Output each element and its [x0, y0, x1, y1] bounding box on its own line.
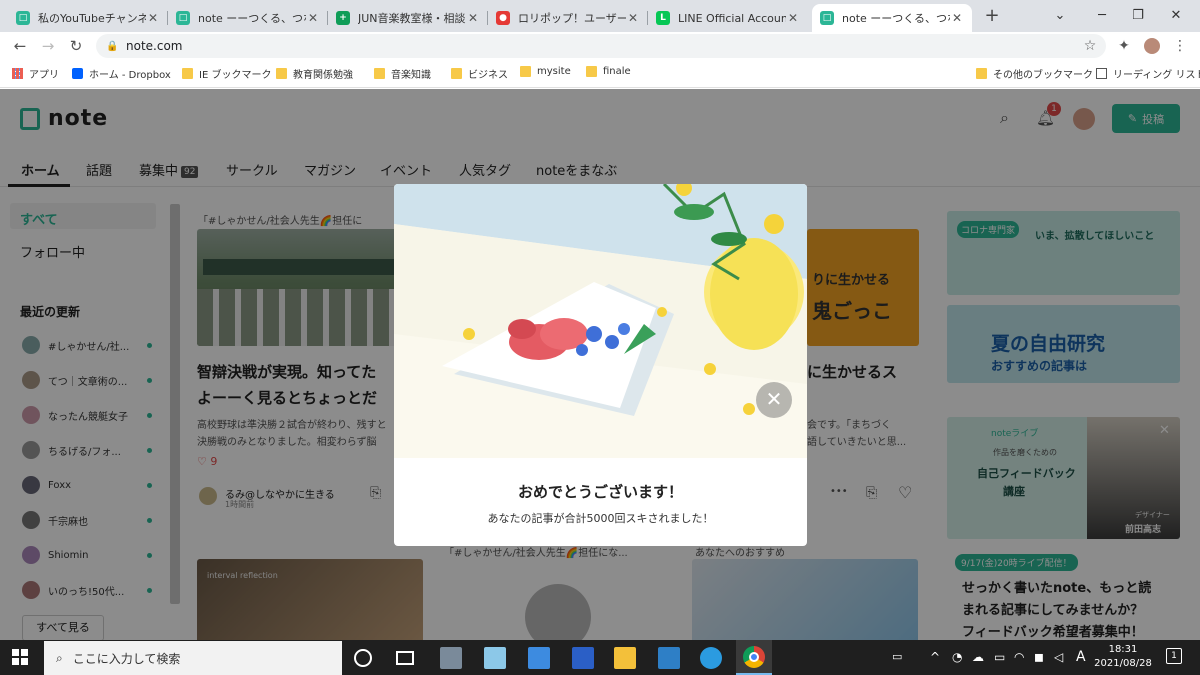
word-icon[interactable] [572, 647, 594, 669]
browser-tab-line[interactable]: L LINE Official Account ✕ [648, 4, 808, 32]
address-bar[interactable]: 🔒 note.com [96, 34, 1106, 58]
restore-window-icon[interactable]: ❐ [1128, 6, 1148, 26]
minimize-window-icon[interactable]: ─ [1092, 6, 1112, 26]
bookmark-ie-folder[interactable]: IE ブックマーク [182, 66, 271, 81]
file-explorer-icon[interactable] [614, 647, 636, 669]
more-menu-icon[interactable]: ⋮ [1170, 36, 1190, 56]
tray-chevron-icon[interactable]: ^ [930, 650, 940, 664]
close-modal-button[interactable]: ✕ [756, 382, 792, 418]
onedrive-icon[interactable]: ☁ [972, 650, 984, 664]
bookmark-music-folder[interactable]: 音楽知識 [374, 66, 431, 81]
search-icon: ⌕ [56, 650, 63, 665]
app-icon[interactable] [484, 647, 506, 669]
dropbox-icon [72, 68, 83, 79]
close-tab-icon[interactable]: ✕ [786, 11, 800, 25]
modal-message: あなたの記事が合計5000回スキされました！ [487, 512, 714, 525]
battery-icon[interactable]: ▭ [994, 650, 1005, 664]
close-tab-icon[interactable]: ✕ [306, 11, 320, 25]
app-icon[interactable] [658, 647, 680, 669]
bookmark-education-folder[interactable]: 教育関係勉強 [276, 66, 353, 81]
task-view-icon[interactable] [396, 651, 414, 665]
back-arrow-icon[interactable]: ← [10, 36, 30, 56]
folder-icon [586, 66, 597, 77]
sheets-favicon-icon: + [336, 11, 350, 25]
note-favicon-icon: □ [16, 11, 30, 25]
modal-title: おめでとうございます！ [517, 483, 683, 501]
app-tray-icon[interactable]: ◼ [1034, 650, 1044, 664]
browser-tab-youtube[interactable]: □ 私のYouTubeチャンネル ✕ [8, 4, 168, 32]
lock-icon: 🔒 [106, 41, 119, 52]
url-text: note.com [126, 39, 183, 53]
browser-tab-sheets[interactable]: + JUN音楽教室様・相談 ✕ [328, 4, 488, 32]
folder-icon [520, 66, 531, 77]
bookmark-business-folder[interactable]: ビジネス [451, 66, 508, 81]
apps-grid-icon [12, 68, 23, 79]
bookmark-dropbox[interactable]: ホーム - Dropbox [72, 66, 171, 81]
system-clock[interactable]: 18:31 2021/08/28 [1094, 643, 1152, 671]
browser-toolbar: ← → ↻ 🔒 note.com ☆ ✦ ⋮ [0, 32, 1200, 60]
reading-list-icon [1096, 68, 1107, 79]
reload-icon[interactable]: ↻ [66, 36, 86, 56]
extensions-puzzle-icon[interactable]: ✦ [1114, 36, 1134, 56]
cortana-icon[interactable] [354, 649, 372, 667]
browser-tab-note-active[interactable]: □ note ーーつくる、つなが ✕ [812, 4, 972, 32]
browser-tab-lolipop[interactable]: ● ロリポップ！ユーザー専用 ✕ [488, 4, 648, 32]
reading-list[interactable]: リーディング リスト [1096, 66, 1200, 81]
celebration-illustration [394, 184, 807, 458]
chrome-taskbar-button[interactable] [736, 640, 772, 675]
line-favicon-icon: L [656, 11, 670, 25]
windows-start-icon[interactable] [12, 649, 28, 665]
lolipop-favicon-icon: ● [496, 11, 510, 25]
other-bookmarks-folder[interactable]: その他のブックマーク [976, 66, 1093, 81]
bookmark-mysite-folder[interactable]: mysite [520, 66, 571, 77]
bookmarks-bar: アプリ ホーム - Dropbox IE ブックマーク 教育関係勉強 音楽知識 … [0, 60, 1200, 88]
bookmark-apps[interactable]: アプリ [12, 66, 59, 81]
close-tab-icon[interactable]: ✕ [466, 11, 480, 25]
forward-arrow-icon[interactable]: → [38, 36, 58, 56]
close-tab-icon[interactable]: ✕ [626, 11, 640, 25]
taskbar-search-box[interactable]: ⌕ ここに入力して検索 [44, 641, 342, 675]
close-tab-icon[interactable]: ✕ [950, 11, 964, 25]
browser-tab-note-1[interactable]: □ note ーーつくる、つなが ✕ [168, 4, 328, 32]
note-favicon-icon: □ [176, 11, 190, 25]
profile-avatar-icon[interactable] [1142, 36, 1162, 56]
keyboard-icon[interactable]: ▭ [892, 650, 902, 663]
note-favicon-icon: □ [820, 11, 834, 25]
browser-tab-bar: □ 私のYouTubeチャンネル ✕ □ note ーーつくる、つなが ✕ + … [0, 0, 1200, 32]
network-icon[interactable]: ◔ [952, 650, 962, 664]
new-tab-button[interactable]: + [982, 6, 1002, 26]
congratulations-modal: ✕ おめでとうございます！ あなたの記事が合計5000回スキされました！ [394, 184, 807, 546]
folder-icon [976, 68, 987, 79]
close-tab-icon[interactable]: ✕ [146, 11, 160, 25]
windows-taskbar: ⌕ ここに入力して検索 ▭ ^ ◔ ☁ ▭ ◠ ◼ ◁ A 18:31 2021… [0, 640, 1200, 675]
tab-search-icon[interactable]: ⌄ [1050, 6, 1070, 26]
folder-icon [374, 68, 385, 79]
taskbar-search-placeholder: ここに入力して検索 [72, 651, 181, 666]
ime-indicator[interactable]: A [1076, 649, 1086, 665]
wifi-icon[interactable]: ◠ [1014, 650, 1024, 664]
bookmark-star-icon[interactable]: ☆ [1080, 36, 1100, 56]
folder-icon [182, 68, 193, 79]
volume-icon[interactable]: ◁ [1054, 650, 1063, 664]
folder-icon [451, 68, 462, 79]
folder-icon [276, 68, 287, 79]
app-icon[interactable] [440, 647, 462, 669]
bookmark-finale-folder[interactable]: finale [586, 66, 631, 77]
close-window-icon[interactable]: ✕ [1166, 6, 1186, 26]
store-icon[interactable] [528, 647, 550, 669]
app-icon[interactable] [700, 647, 722, 669]
notification-center-icon[interactable]: 1 [1166, 648, 1182, 664]
